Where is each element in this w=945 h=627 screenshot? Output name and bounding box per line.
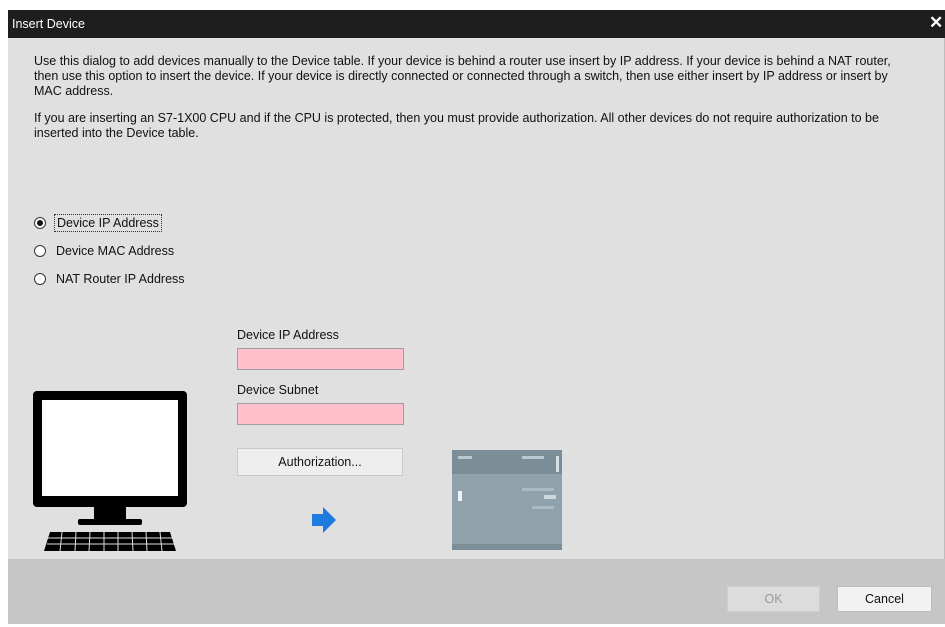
computer-icon [33, 391, 187, 551]
radio-label-nat-router[interactable]: NAT Router IP Address [54, 271, 187, 287]
description: Use this dialog to add devices manually … [34, 54, 914, 153]
radio-device-ip[interactable]: Device IP Address [34, 213, 162, 233]
description-paragraph-1: Use this dialog to add devices manually … [34, 54, 891, 98]
description-paragraph-2: If you are inserting an S7-1X00 CPU and … [34, 111, 879, 140]
radio-nat-router[interactable]: NAT Router IP Address [34, 269, 187, 289]
radio-button[interactable] [34, 245, 46, 257]
ok-button[interactable]: OK [727, 586, 820, 612]
radio-button-checked[interactable] [34, 217, 46, 229]
device-ip-label: Device IP Address [237, 328, 339, 342]
cancel-button[interactable]: Cancel [837, 586, 932, 612]
radio-device-mac[interactable]: Device MAC Address [34, 241, 176, 261]
close-icon[interactable]: ✕ [929, 14, 943, 31]
dialog-title: Insert Device [12, 17, 85, 31]
device-subnet-label: Device Subnet [237, 383, 319, 397]
authorization-button[interactable]: Authorization... [237, 448, 403, 476]
title-bar[interactable]: Insert Device ✕ [8, 10, 945, 38]
radio-button[interactable] [34, 273, 46, 285]
radio-label-device-mac[interactable]: Device MAC Address [54, 243, 176, 259]
plc-device-icon [452, 450, 562, 550]
radio-label-device-ip[interactable]: Device IP Address [54, 214, 162, 232]
device-ip-input[interactable] [237, 348, 404, 370]
arrow-right-icon [312, 507, 336, 533]
insert-device-dialog: Insert Device ✕ Use this dialog to add d… [8, 10, 945, 624]
device-subnet-input[interactable] [237, 403, 404, 425]
